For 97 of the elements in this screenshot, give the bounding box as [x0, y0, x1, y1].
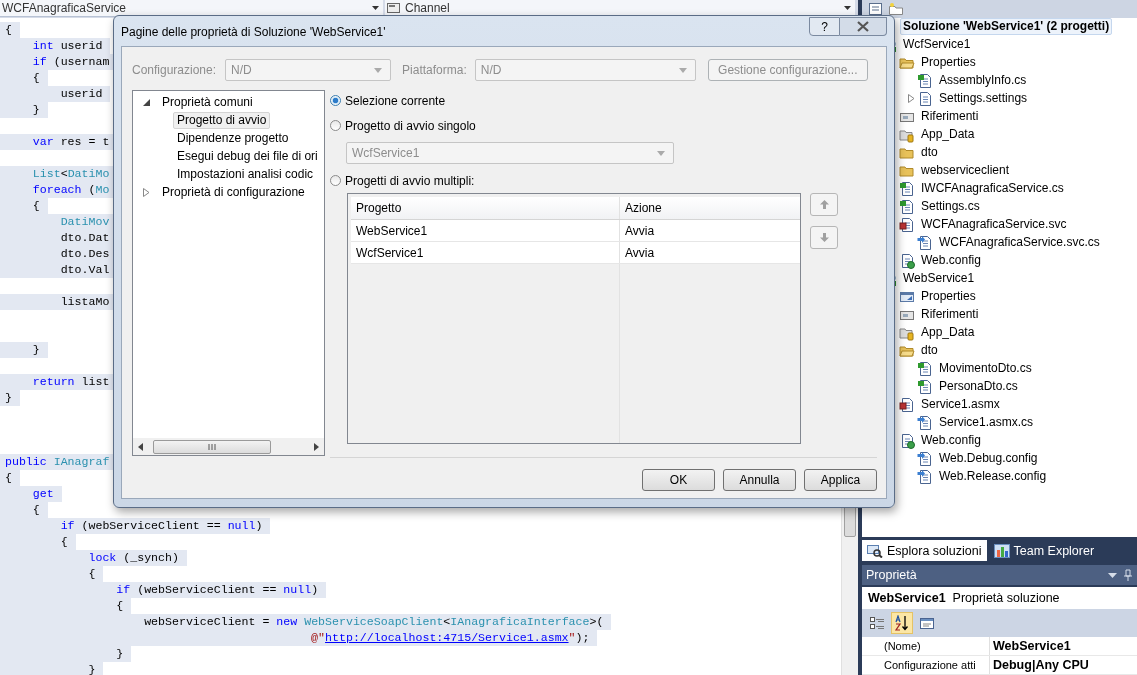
linked-file-icon — [917, 234, 933, 251]
tree-item[interactable]: webserviceclient — [918, 162, 1013, 180]
tree-item[interactable]: Settings.settings — [936, 90, 1031, 108]
tree-item[interactable]: Dipendenze progetto — [173, 129, 293, 147]
dropdown-arrow-icon — [374, 67, 383, 73]
tree-item[interactable]: Service1.asmx — [918, 396, 1003, 414]
dialog-button[interactable]: Applica — [804, 469, 877, 491]
panel-tab[interactable]: Team Explorer — [988, 540, 1100, 561]
radio-label: Progetti di avvio multipli: — [345, 173, 475, 188]
dropdown-arrow-icon — [678, 67, 687, 73]
scrollbar[interactable] — [133, 438, 324, 455]
tree-item[interactable]: Settings.cs — [918, 198, 983, 216]
properties-icon[interactable] — [868, 1, 884, 16]
config-file-icon — [899, 252, 915, 269]
tree-item[interactable]: Properties — [918, 54, 979, 72]
expand-arrow-icon[interactable] — [907, 94, 915, 104]
service-file-icon — [899, 396, 915, 413]
tree-item[interactable]: App_Data — [918, 126, 978, 144]
dialog-title: Pagine delle proprietà di Soluzione 'WebService1' — [121, 25, 386, 39]
property-value[interactable]: WebService1 — [990, 637, 1071, 655]
tree-item[interactable]: Web.config — [918, 432, 984, 450]
panel-title: Proprietà — [866, 568, 917, 582]
tree-item[interactable]: AssemblyInfo.cs — [936, 72, 1030, 90]
tree-item[interactable]: IWCFAnagraficaService.cs — [918, 180, 1067, 198]
code-file-icon — [917, 378, 933, 395]
tree-item[interactable]: PersonaDto.cs — [936, 378, 1021, 396]
linked-file-icon — [917, 450, 933, 467]
tree-item[interactable]: Riferimenti — [918, 306, 982, 324]
column-header[interactable]: Progetto — [351, 197, 620, 219]
tree-item[interactable]: Proprietà comuni — [158, 93, 257, 111]
sort-alphabetical-icon[interactable] — [891, 612, 913, 634]
tree-item[interactable]: App_Data — [918, 324, 978, 342]
up-arrow-icon — [819, 200, 829, 209]
tree-item[interactable]: MovimentoDto.cs — [936, 360, 1035, 378]
type-dropdown[interactable]: WCFAnagraficaService — [0, 0, 383, 17]
code-file-icon — [917, 360, 933, 377]
url-link[interactable]: http://localhost:4715/Service1.asmx — [325, 631, 569, 644]
tree-item[interactable]: Web.Release.config — [936, 468, 1050, 486]
collapse-arrow-icon[interactable] — [143, 98, 150, 106]
tree-item[interactable]: Web.Debug.config — [936, 450, 1041, 468]
code-file-icon — [899, 198, 915, 215]
panel-tab[interactable]: Esplora soluzioni — [862, 540, 987, 561]
field-label: Piattaforma: — [402, 63, 467, 77]
close-icon — [857, 21, 869, 32]
table-cell-text: Avvia — [624, 222, 656, 240]
scroll-right-icon[interactable] — [312, 442, 320, 451]
scroll-left-icon[interactable] — [137, 442, 145, 451]
radio-button[interactable] — [330, 120, 341, 131]
tree-item[interactable]: Service1.asmx.cs — [936, 414, 1037, 432]
down-arrow-icon — [819, 233, 829, 242]
tree-item[interactable]: Proprietà di configurazione — [158, 183, 309, 201]
dialog-button[interactable]: Annulla — [723, 469, 796, 491]
radio-label: Progetto di avvio singolo — [345, 118, 476, 133]
linked-file-icon — [917, 468, 933, 485]
object-selector[interactable]: WebService1 Proprietà soluzione — [862, 587, 1137, 609]
table-cell: WebService1 — [351, 220, 620, 241]
dropdown-arrow-icon — [657, 150, 665, 156]
config-file-icon — [899, 432, 915, 449]
tree-item[interactable]: Soluzione 'WebService1' (2 progetti) — [900, 18, 1113, 36]
property-value[interactable]: Debug|Any CPU — [990, 656, 1089, 674]
table-cell-text: Avvia — [624, 244, 656, 262]
dropdown-arrow-icon[interactable] — [1108, 572, 1117, 578]
dropdown-arrow-icon — [844, 6, 851, 10]
tree-item[interactable]: Impostazioni analisi codic — [173, 165, 318, 183]
pin-icon[interactable] — [1123, 569, 1133, 581]
scrollbar-thumb[interactable] — [153, 439, 271, 454]
radio-button[interactable] — [330, 95, 341, 106]
tree-item[interactable]: dto — [918, 342, 941, 360]
code-file-icon — [917, 72, 933, 89]
service-file-icon — [899, 216, 915, 233]
tree-item[interactable]: Progetto di avvio — [173, 111, 271, 129]
help-button[interactable]: ? — [809, 17, 840, 36]
code-file-icon — [899, 180, 915, 197]
tree-item[interactable]: WebService1 — [900, 270, 978, 288]
linked-file-icon — [917, 414, 933, 431]
close-button[interactable] — [840, 17, 887, 36]
tree-item[interactable]: Riferimenti — [918, 108, 982, 126]
magnifier-icon — [867, 543, 883, 558]
expand-arrow-icon[interactable] — [143, 187, 150, 197]
show-files-icon[interactable] — [888, 1, 904, 16]
tree-item[interactable]: Web.config — [918, 252, 984, 270]
settings-file-icon — [917, 90, 933, 107]
dialog-button[interactable]: OK — [642, 469, 715, 491]
radio-button[interactable] — [330, 175, 341, 186]
bar-chart-icon — [993, 543, 1010, 558]
field-label: Configurazione: — [132, 63, 217, 77]
tree-item[interactable]: Esegui debug dei file di ori — [173, 147, 322, 165]
tree-item[interactable]: dto — [918, 144, 941, 162]
tree-item[interactable]: WCFAnagraficaService.svc.cs — [936, 234, 1103, 252]
radio-label: Selezione corrente — [345, 93, 446, 108]
table-cell: WcfService1 — [351, 242, 620, 263]
property-icon — [387, 2, 401, 14]
tree-item[interactable]: Properties — [918, 288, 979, 306]
tree-item[interactable]: WCFAnagraficaService.svc — [918, 216, 1070, 234]
dropdown-arrow-icon — [372, 6, 379, 10]
tree-item[interactable]: WcfService1 — [900, 36, 974, 54]
column-header[interactable]: Azione — [620, 197, 800, 219]
